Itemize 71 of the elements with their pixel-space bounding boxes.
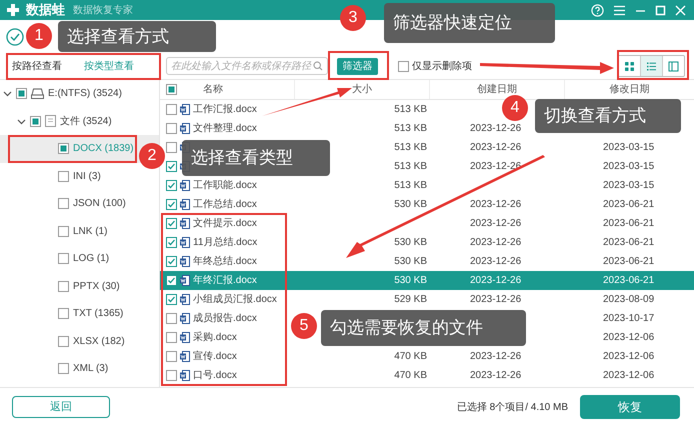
tree-label: LOG (1) — [73, 252, 110, 266]
file-name: 成员报告.docx — [193, 312, 257, 326]
file-size: 530 KB — [394, 274, 427, 288]
created-date: 2023-12-26 — [470, 161, 522, 172]
tree-label: E:(NTFS) (3524) — [48, 87, 122, 102]
file-name: 年终总结.docx — [193, 254, 257, 269]
modified-date: 2023-03-15 — [603, 161, 654, 172]
file-name: 口号.docx — [193, 369, 237, 383]
modified-date: 2023-06-21 — [603, 218, 654, 229]
file-name: 11月总结.docx — [193, 236, 258, 250]
file-size: 529 KB — [394, 293, 427, 307]
tree-label: PPTX (30) — [73, 280, 120, 294]
file-name: 小组成员汇报.docx — [193, 292, 277, 307]
file-size: 513 KB — [394, 103, 427, 117]
tree-label: TXT (1365) — [73, 307, 124, 322]
file-name: 工作总结.docx — [193, 198, 257, 212]
callout-tooltip: 选择查看方式 — [58, 21, 216, 52]
app-subtitle: 数据恢复专家 — [73, 4, 133, 18]
tree-label: INI (3) — [73, 170, 101, 184]
file-size: 470 KB — [394, 369, 427, 383]
file-name: 宣传.docx — [193, 350, 237, 364]
created-date: 2023-12-26 — [470, 123, 522, 134]
modified-date: 2023-08-09 — [603, 294, 654, 305]
created-date: 2023-12-26 — [470, 237, 522, 248]
file-size: 513 KB — [394, 122, 427, 136]
created-date: 2023-12-26 — [470, 370, 522, 381]
file-size: 470 KB — [394, 350, 427, 364]
file-name: 文件整理.docx — [193, 122, 257, 136]
modified-date: 2023-12-06 — [603, 332, 654, 343]
callout-tooltip: 选择查看类型 — [182, 140, 330, 176]
step-badge: 3 — [340, 5, 366, 31]
file-size: 513 KB — [394, 160, 427, 174]
checkbox-label: 仅显示删除项 — [412, 60, 472, 74]
file-name: 工作职能.docx — [193, 178, 257, 193]
modified-date: 2023-06-21 — [603, 256, 654, 267]
file-size: 530 KB — [394, 198, 427, 212]
created-date: 2023-12-26 — [470, 199, 522, 210]
created-date: 2023-12-26 — [470, 142, 522, 153]
file-size: 530 KB — [394, 236, 427, 250]
tree-label: XLSX (182) — [73, 334, 125, 349]
file-name: 工作汇报.docx — [193, 102, 257, 117]
modified-date: 2023-12-06 — [603, 351, 654, 362]
tree-label: XML (3) — [73, 362, 108, 376]
created-date: 2023-12-26 — [470, 351, 522, 362]
tree-label: 文件 (3524) — [60, 114, 112, 129]
created-date: 2023-12-26 — [470, 294, 522, 305]
created-date: 2023-12-26 — [470, 256, 522, 267]
modified-date: 2023-03-15 — [603, 180, 654, 191]
app-title: 数据蛙 — [26, 1, 65, 20]
modified-date: 2023-06-21 — [603, 275, 654, 286]
file-name: 年终汇报.docx — [193, 274, 257, 288]
modified-date: 2023-03-15 — [603, 142, 654, 153]
created-date: 2023-12-26 — [470, 218, 522, 229]
modified-date: 2023-12-06 — [603, 370, 654, 381]
modified-date: 2023-06-21 — [603, 199, 654, 210]
file-size: 513 KB — [394, 179, 427, 193]
file-size: 513 KB — [394, 141, 427, 155]
callout-tooltip: 勾选需要恢复的文件 — [321, 310, 526, 346]
file-name: 文件提示.docx — [193, 216, 257, 231]
tree-label: JSON (100) — [73, 197, 126, 212]
step-badge: 1 — [26, 23, 52, 49]
created-date: 2023-12-26 — [470, 275, 522, 286]
callout-tooltip: 筛选器快速定位 — [384, 3, 555, 43]
tree-label: DOCX (1839) — [73, 142, 134, 156]
modified-date: 2023-06-21 — [603, 237, 654, 248]
file-size: 530 KB — [394, 255, 427, 269]
selection-summary: 已选择 8个项目/ 4.10 MB — [456, 400, 568, 414]
tree-label: LNK (1) — [73, 224, 108, 239]
modified-date: 2023-10-17 — [603, 313, 654, 324]
file-name: 采购.docx — [193, 330, 237, 345]
callout-tooltip: 切换查看方式 — [535, 99, 681, 133]
